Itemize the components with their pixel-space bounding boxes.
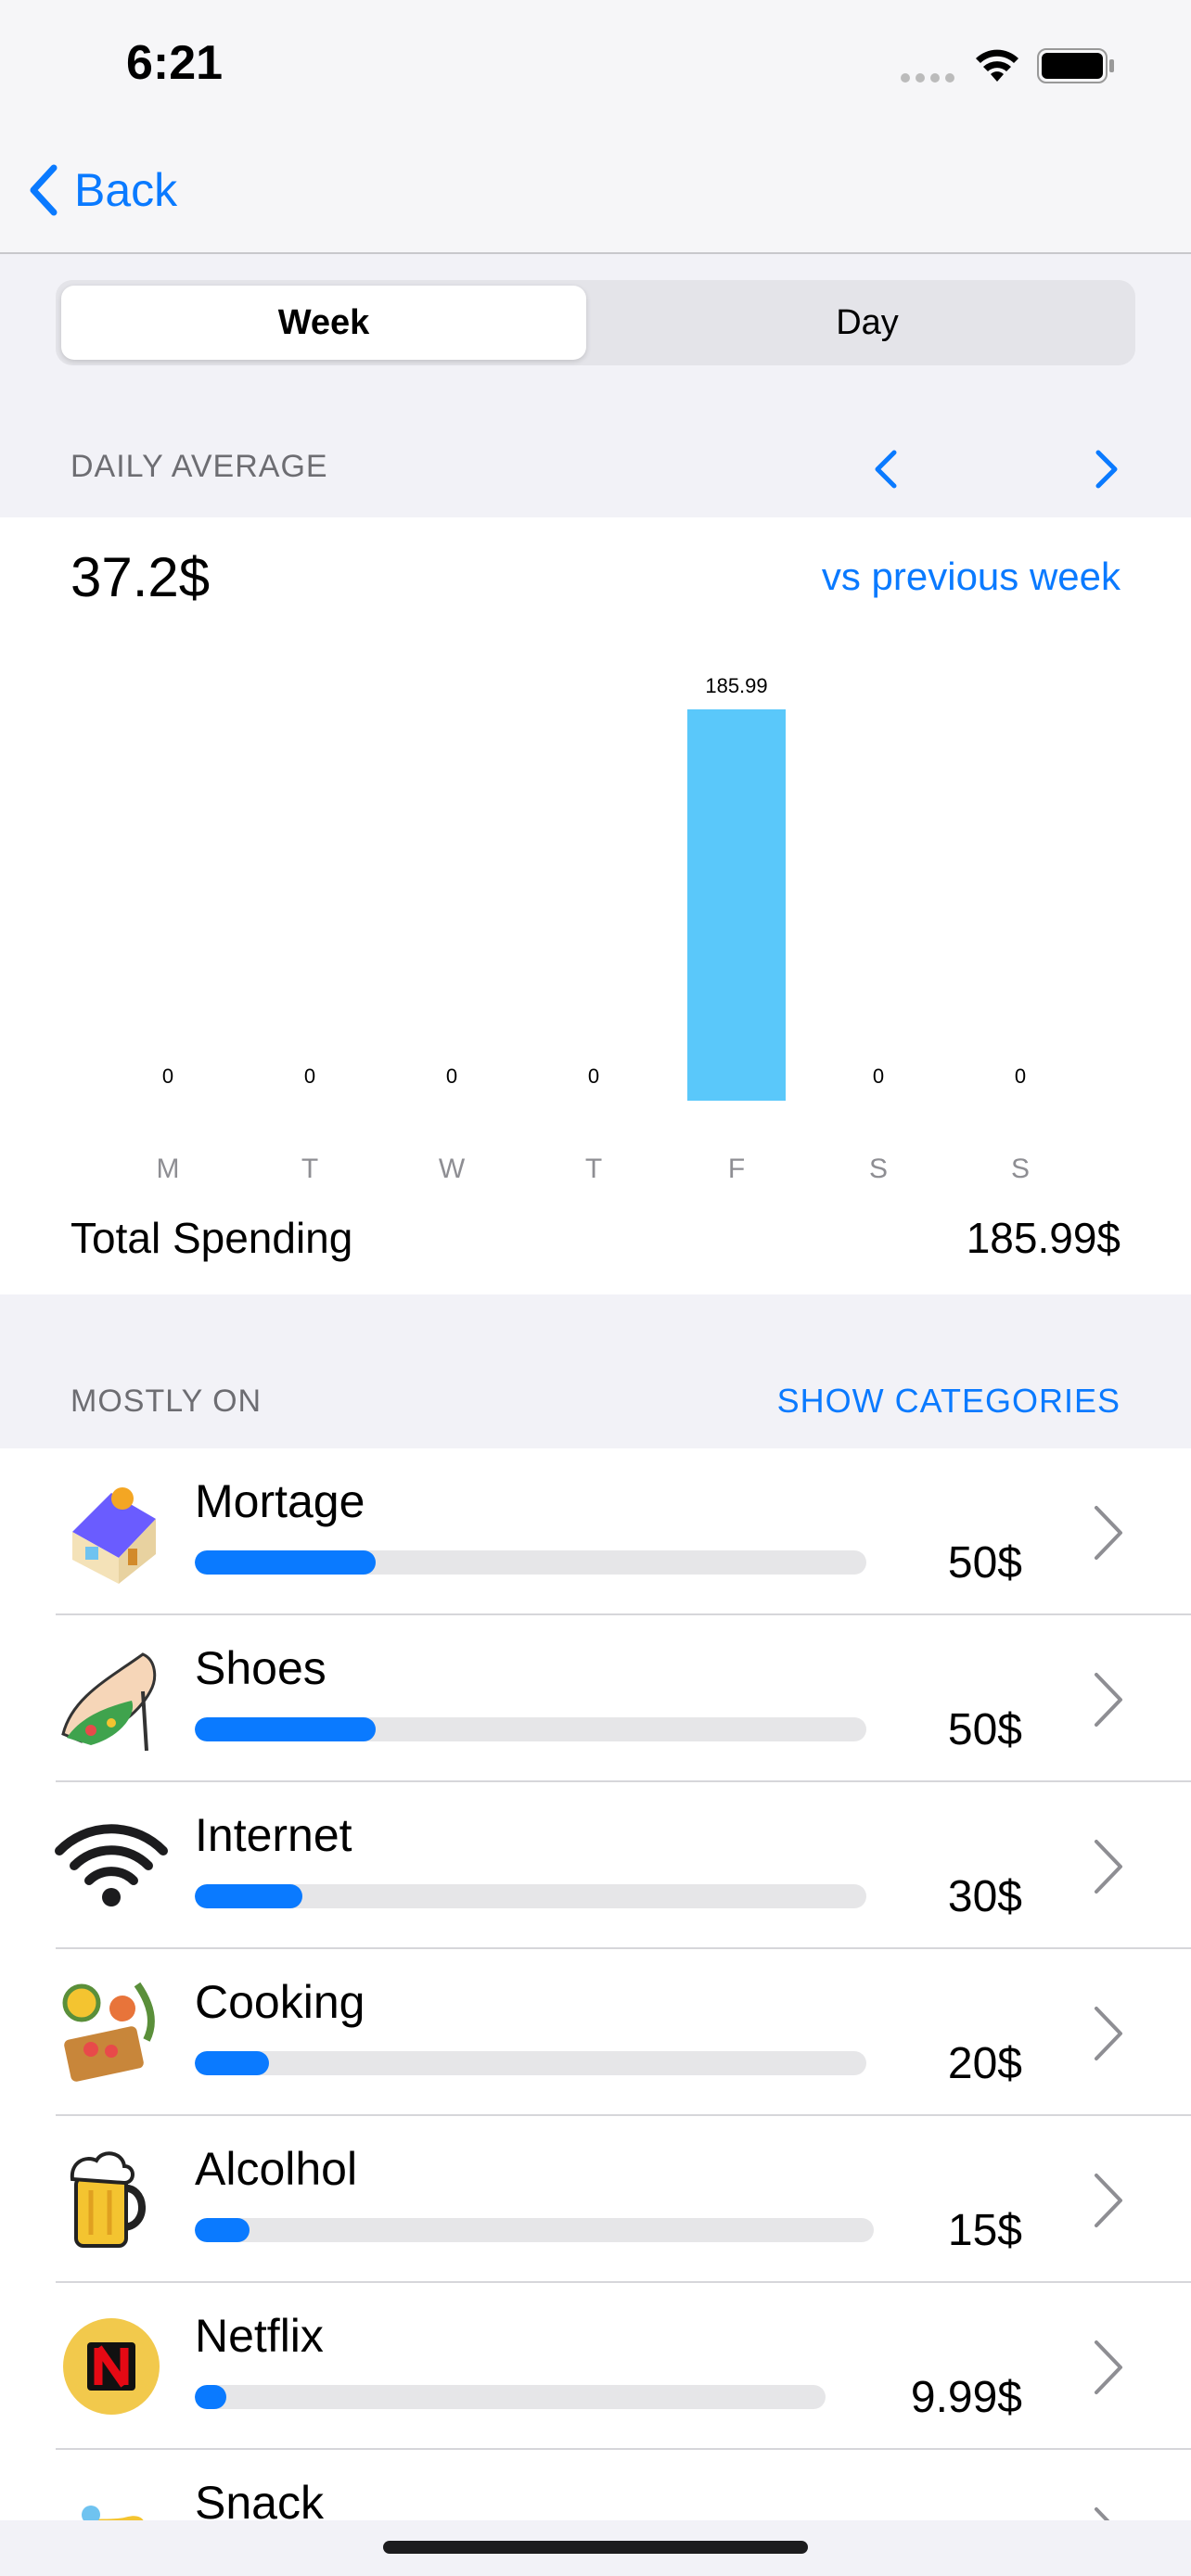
chart-day-tick: W — [439, 1154, 466, 1184]
category-progress-track — [195, 2385, 826, 2409]
chevron-right-icon — [1095, 1673, 1122, 1727]
category-name: Cooking — [195, 1976, 365, 2028]
chevron-right-icon — [1095, 2007, 1122, 2060]
home-indicator[interactable] — [383, 2541, 808, 2554]
wifi-status-icon — [976, 49, 1018, 82]
chevron-right-icon — [1095, 2340, 1122, 2394]
category-row-internet[interactable]: Internet 30$ — [0, 1782, 1191, 1949]
chart-day-tick: T — [301, 1154, 318, 1184]
chart-value-label: 185.99 — [705, 674, 767, 697]
category-name: Shoes — [195, 1642, 327, 1694]
chart-bar[interactable] — [687, 709, 786, 1101]
chevron-right-icon — [1095, 2507, 1110, 2520]
vs-previous-week-link[interactable]: vs previous week — [822, 555, 1121, 599]
chart-value-label: 0 — [588, 1065, 599, 1088]
chevron-right-icon — [1095, 2174, 1122, 2227]
chart-day-tick: F — [728, 1154, 745, 1184]
category-progress-track — [195, 2051, 866, 2075]
previous-week-button[interactable] — [863, 443, 909, 495]
wifi-icon — [55, 1824, 168, 1906]
cooking-icon — [62, 1982, 155, 2082]
back-button[interactable]: Back — [28, 158, 177, 223]
chevron-left-icon — [30, 164, 58, 216]
chevron-right-icon — [1095, 1840, 1122, 1894]
category-progress-fill — [195, 1550, 377, 1575]
daily-average-value: 37.2$ — [70, 546, 211, 608]
daily-average-label: DAILY AVERAGE — [70, 449, 328, 484]
category-row-mortage[interactable]: Mortage 50$ — [0, 1448, 1191, 1615]
weekly-spending-bar-chart: 0 M 0 T 0 W 0 T 185.99 F 0 S 0 S — [157, 674, 1031, 1184]
snack-icon — [82, 2506, 144, 2520]
category-row-shoes[interactable]: Shoes 50$ — [0, 1615, 1191, 1782]
cellular-signal-icon — [901, 73, 954, 83]
chevron-right-icon — [1095, 1506, 1122, 1560]
status-time: 6:21 — [126, 36, 224, 90]
next-week-button[interactable] — [1083, 443, 1130, 495]
category-row-netflix[interactable]: Netflix 9.99$ — [0, 2283, 1191, 2450]
chart-day-tick: S — [869, 1154, 888, 1184]
category-progress-track — [195, 1550, 866, 1575]
category-row-snack[interactable]: Snack — [0, 2450, 1191, 2520]
category-list: Mortage 50$ Shoes 50$ Internet 30$ Cooki… — [0, 1448, 1191, 2520]
category-progress-fill — [195, 1717, 377, 1741]
battery-icon — [1037, 48, 1114, 83]
category-amount: 20$ — [947, 2039, 1022, 2088]
chart-value-label: 0 — [873, 1065, 884, 1088]
category-amount: 50$ — [947, 1538, 1022, 1588]
high-heel-shoe-icon — [61, 1652, 157, 1752]
total-spending-value: 185.99$ — [966, 1214, 1121, 1262]
chart-value-label: 0 — [1015, 1065, 1026, 1088]
category-name: Snack — [195, 2477, 324, 2520]
category-amount: 30$ — [947, 1872, 1022, 1921]
period-segmented-control: Week Day — [56, 280, 1135, 365]
chart-value-label: 0 — [304, 1065, 315, 1088]
total-spending-label: Total Spending — [70, 1214, 353, 1262]
category-progress-track — [195, 2218, 874, 2242]
segment-day[interactable]: Day — [605, 286, 1130, 360]
beer-mug-icon — [70, 2151, 146, 2248]
category-progress-fill — [195, 2218, 250, 2242]
category-amount: 9.99$ — [910, 2373, 1022, 2422]
category-name: Alcolhol — [195, 2143, 358, 2195]
category-amount: 15$ — [947, 2206, 1022, 2255]
show-categories-button[interactable]: SHOW CATEGORIES — [777, 1382, 1121, 1421]
chart-value-label: 0 — [446, 1065, 457, 1088]
chart-value-label: 0 — [162, 1065, 173, 1088]
category-progress-track — [195, 1884, 866, 1908]
category-name: Mortage — [195, 1475, 365, 1527]
back-label: Back — [74, 164, 178, 216]
category-progress-fill — [195, 2051, 269, 2075]
chart-day-tick: M — [157, 1154, 180, 1184]
category-row-cooking[interactable]: Cooking 20$ — [0, 1949, 1191, 2116]
category-amount: 50$ — [947, 1705, 1022, 1754]
segment-week[interactable]: Week — [61, 286, 586, 360]
category-name: Internet — [195, 1809, 352, 1861]
category-progress-fill — [195, 2385, 226, 2409]
chart-day-tick: S — [1011, 1154, 1030, 1184]
category-row-alcolhol[interactable]: Alcolhol 15$ — [0, 2116, 1191, 2283]
house-icon — [72, 1487, 156, 1584]
category-name: Netflix — [195, 2310, 324, 2362]
netflix-icon — [63, 2318, 160, 2415]
chart-day-tick: T — [585, 1154, 602, 1184]
category-progress-fill — [195, 1884, 302, 1908]
mostly-on-label: MOSTLY ON — [70, 1384, 263, 1419]
category-progress-track — [195, 1717, 866, 1741]
